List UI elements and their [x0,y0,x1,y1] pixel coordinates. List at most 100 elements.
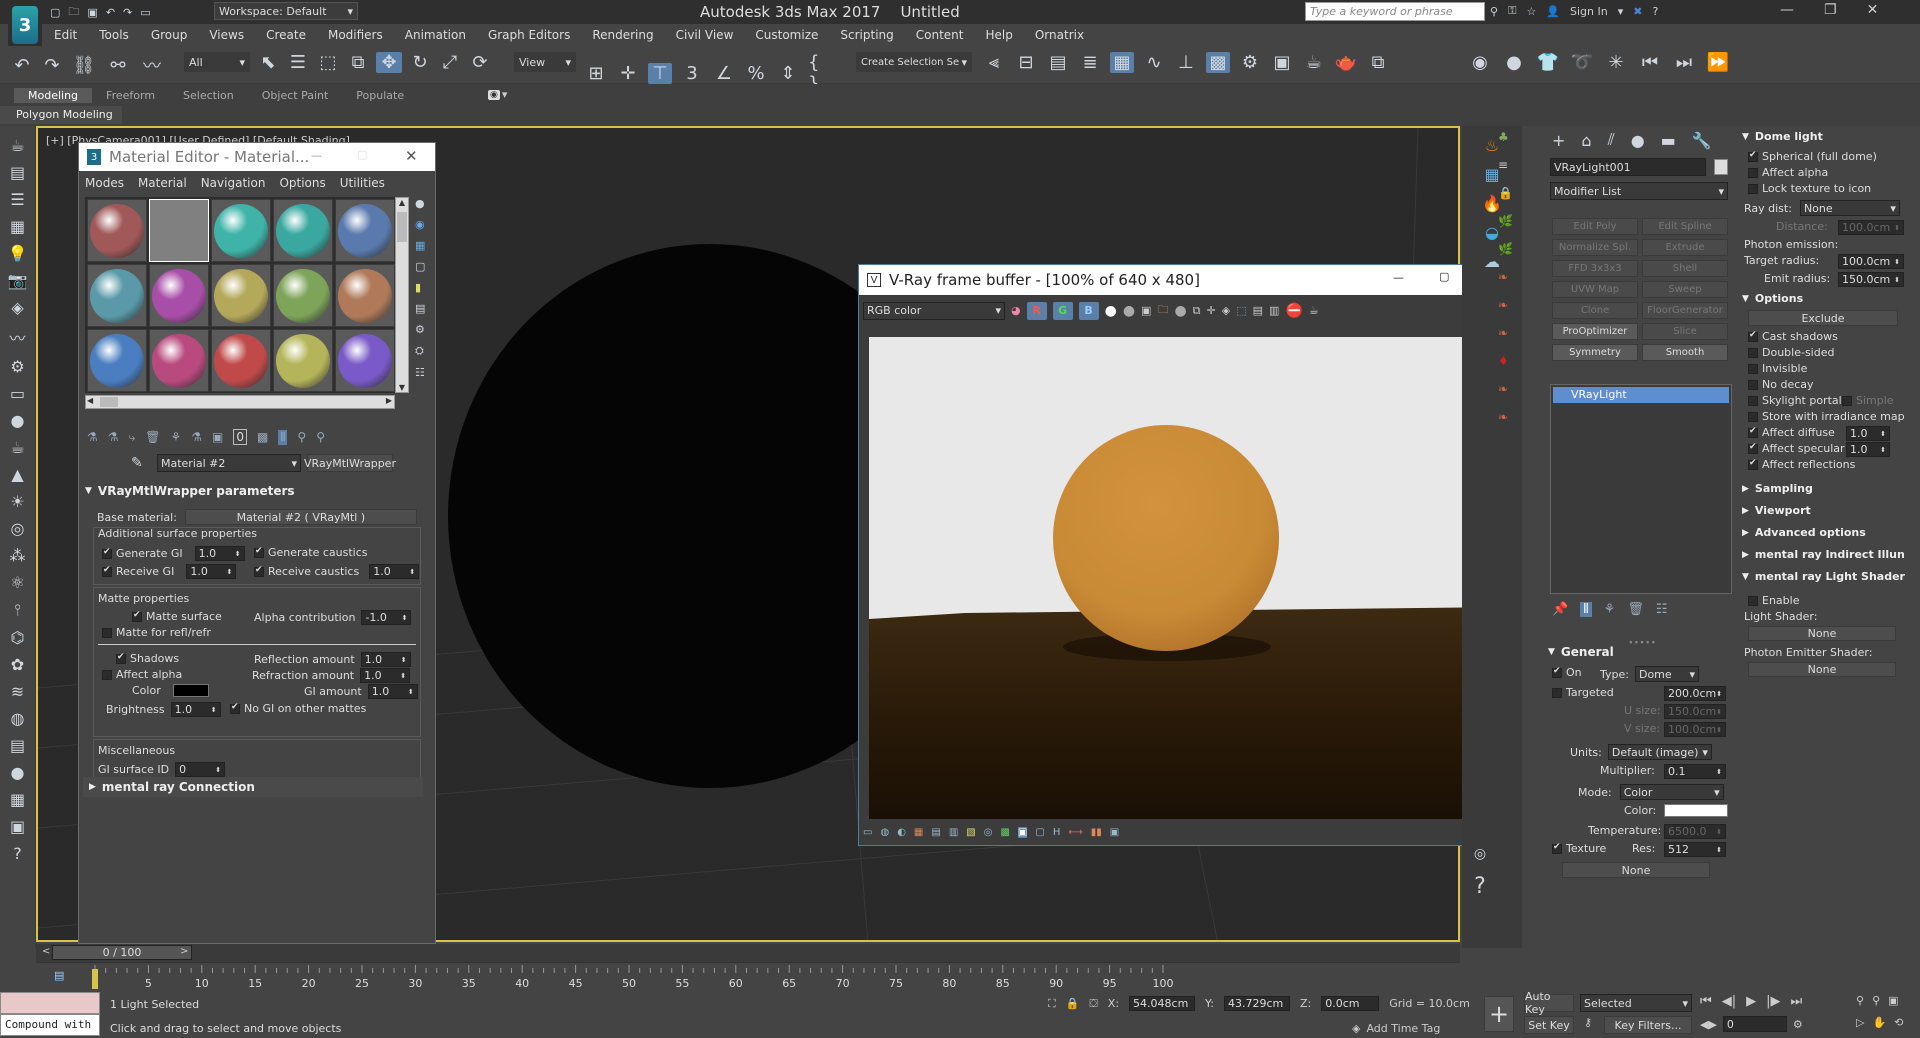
selection-lock-icon[interactable]: 🔒 [1066,997,1080,1010]
motion-tab-icon[interactable]: ● [1631,131,1645,150]
playback-next-icon[interactable]: ⏭ [1672,52,1696,73]
light-shader-button[interactable]: None [1748,626,1896,641]
create-tab-icon[interactable]: + [1552,131,1565,150]
teapot-icon[interactable]: ☕ [10,136,24,155]
rollout-header-wrapper-params[interactable]: ▼ VRayMtlWrapper parameters [79,481,435,501]
sample-uv-icon[interactable]: ▢ [415,260,425,273]
emit-radius-spinner[interactable]: 150.0cm ⬍ [1838,272,1904,287]
alpha-contribution-spinner[interactable]: -1.0 ⬍ [361,610,412,625]
maximize-icon[interactable]: ▢ [1439,270,1449,283]
window-crossing-icon[interactable]: ⧉ [346,52,370,73]
remove-modifier-icon[interactable]: 🗑 [1627,602,1644,617]
menu-item-views[interactable]: Views [209,28,244,42]
ray-dist-dropdown[interactable]: None ▾ [1799,200,1900,216]
modifier-button-ffd-3x3x3[interactable]: FFD 3x3x3 [1552,260,1638,277]
h-flip-icon[interactable]: H [1053,827,1061,838]
alpha-white-icon[interactable]: ● [1105,303,1117,319]
helper-icon[interactable]: ◈ [11,298,23,317]
shadows-checkbox[interactable] [116,652,126,664]
angle-snap-icon[interactable]: ∠ [712,63,736,84]
no-gi-mattes-checkbox[interactable] [230,702,240,714]
plant-icon[interactable]: ♣ [1498,130,1513,144]
texture-map-button[interactable]: None [1562,862,1710,878]
keyboard-shortcut-icon[interactable]: ⊤ [648,62,672,84]
clear-image-icon[interactable]: ● [1174,303,1186,319]
set-key-button[interactable]: Set Key [1524,1016,1574,1034]
render-icon[interactable]: ☕ [1309,304,1319,317]
menu-item-animation[interactable]: Animation [405,28,466,42]
history-icon[interactable]: ▭ [863,827,872,838]
hook-icon[interactable]: ❧ [1498,298,1513,312]
help-icon[interactable]: ? [1652,5,1658,18]
plant-icon[interactable]: ✿ [11,655,24,674]
material-name-field[interactable]: Material #2 ▾ [157,454,301,472]
go-to-parent-icon[interactable]: ⫴ [278,429,288,445]
viewport-header[interactable]: ▶ Viewport [1742,504,1811,517]
exclude-button[interactable]: Exclude [1748,310,1898,326]
isolate-selection-icon[interactable]: ⛶ [1048,997,1056,1011]
mr-indirect-header[interactable]: ▶ mental ray Indirect Illun [1742,548,1905,561]
brightness-spinner[interactable]: 1.0 ⬍ [170,702,221,717]
select-object-icon[interactable]: ⬉ [256,52,280,73]
compare-icon[interactable]: ⟷ [1068,827,1082,838]
photon-shader-button[interactable]: None [1748,662,1896,677]
sphere-icon[interactable]: ● [11,763,25,782]
add-time-tag[interactable]: Add Time Tag [1366,1022,1440,1035]
modifier-list-dropdown[interactable]: Modifier List ▾ [1550,182,1728,200]
general-header[interactable]: ▼ General [1548,642,1734,662]
undo-icon[interactable]: ↶ [10,55,34,76]
redo-quick-icon[interactable]: ↷ [123,6,132,19]
help-icon[interactable]: ? [1462,874,1498,899]
reset-map-icon[interactable]: 🗑 [145,430,160,444]
show-map-icon[interactable]: 0 [233,429,248,445]
stamp-icon[interactable]: ▣ [1110,827,1119,838]
sample-slot[interactable] [335,199,395,262]
select-rotate-icon[interactable]: ↻ [408,52,432,73]
mono-icon[interactable]: ● [1123,303,1135,319]
time-slider-thumb[interactable]: 0 / 100 [52,945,192,960]
background-icon[interactable]: ▦ [415,239,425,252]
modifier-button-normalize-spl-[interactable]: Normalize Spl. [1552,239,1638,256]
menu-item-edit[interactable]: Edit [54,28,77,42]
spinner-snap-icon[interactable]: ⇕ [776,63,800,84]
minimize-icon[interactable]: — [1393,271,1404,284]
modifier-button-prooptimizer[interactable]: ProOptimizer [1552,323,1638,340]
select-by-name-icon[interactable]: ☰ [286,52,310,73]
bone-icon[interactable]: ⫯ [14,600,21,620]
sample-slot[interactable] [273,329,333,392]
menu-item-help[interactable]: Help [986,28,1013,42]
sample-slot[interactable] [87,199,147,262]
select-scale-icon[interactable]: ⤢ [438,52,462,73]
display-tab-icon[interactable]: ▬ [1661,131,1676,150]
zoom-all-icon[interactable]: ⚲ [1872,994,1880,1007]
object-name-field[interactable]: VRayLight001 [1550,158,1706,176]
vray-toolbar-icon[interactable]: ◉ [1468,52,1492,73]
save-image-icon[interactable]: ▣ [1141,304,1151,317]
skylight-portal-checkbox[interactable] [1748,395,1758,406]
dome-light-header[interactable]: ▼ Dome light [1742,130,1823,143]
chevron-down-icon[interactable]: ▾ [502,88,508,101]
light-icon[interactable]: 💡 [8,244,28,263]
ribbon-tab-modeling[interactable]: Modeling [14,87,93,103]
z-coord-field[interactable]: 0.0cm [1321,996,1380,1011]
track-mouse-icon[interactable]: ✛ [1207,304,1216,317]
hierarchy-tab-icon[interactable]: ⫽ [1608,130,1615,150]
playback-end-icon[interactable]: ⏩ [1706,52,1730,73]
info-icon[interactable]: ◐ [897,827,906,838]
gi-surface-id-spinner[interactable]: 0 ⬍ [175,762,226,777]
affect-diffuse-spinner[interactable]: 1.0 ⬍ [1846,426,1890,441]
project-icon[interactable]: ▭ [140,6,150,19]
histogram-icon[interactable]: ▥ [949,827,958,838]
affect-reflections-checkbox[interactable] [1748,458,1758,470]
matte-surface-checkbox[interactable] [132,610,142,622]
reflection-amount-spinner[interactable]: 1.0 ⬍ [360,652,411,667]
generate-caustics-checkbox[interactable] [254,546,264,558]
link-icon[interactable]: ⛓ [70,55,98,76]
modifier-button-smooth[interactable]: Smooth [1642,344,1728,361]
simple-checkbox[interactable] [1842,395,1852,406]
playback-start-icon[interactable]: ⏮ [1638,52,1662,73]
camera-icon[interactable]: 📷 [8,271,28,290]
select-place-icon[interactable]: ⟳ [468,52,492,73]
sample-type-icon[interactable]: ● [415,197,425,210]
material-editor-icon[interactable]: ▩ [1206,52,1230,73]
